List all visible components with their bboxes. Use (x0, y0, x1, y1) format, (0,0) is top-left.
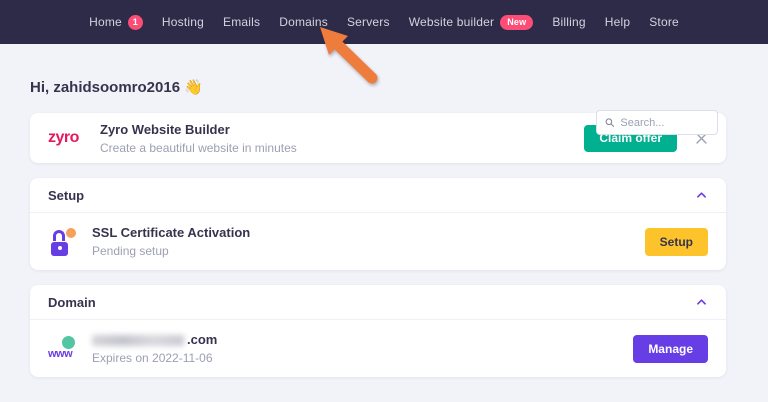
nav-item-label: Store (649, 15, 679, 29)
nav-item-store[interactable]: Store (649, 15, 679, 29)
nav-item-billing[interactable]: Billing (552, 15, 585, 29)
nav-item-label: Website builder (409, 15, 495, 29)
ssl-setup-row: SSL Certificate Activation Pending setup… (30, 213, 726, 270)
nav-item-label: Billing (552, 15, 585, 29)
domain-section-title: Domain (48, 295, 96, 310)
lock-notification-dot (66, 228, 76, 238)
nav-item-emails[interactable]: Emails (223, 15, 260, 29)
domain-name: .com (92, 332, 633, 347)
notification-count-badge: 1 (128, 15, 143, 30)
domain-name-redacted (92, 335, 184, 346)
nav-item-label: Help (605, 15, 630, 29)
search-input[interactable] (620, 117, 709, 129)
nav-item-website-builder[interactable]: Website builder New (409, 15, 534, 30)
ssl-lock-icon (48, 227, 78, 257)
nav-item-help[interactable]: Help (605, 15, 630, 29)
www-globe-icon: www (48, 334, 78, 364)
collapse-domain-button[interactable] (695, 297, 708, 307)
manage-domain-button[interactable]: Manage (633, 335, 708, 363)
search-icon (605, 117, 614, 128)
pointer-arrow-icon (312, 24, 384, 86)
setup-section-header: Setup (30, 178, 726, 213)
domain-section-header: Domain (30, 285, 726, 320)
zyro-logo: zyro (48, 129, 100, 147)
nav-item-label: Emails (223, 15, 260, 29)
promo-subtitle: Create a beautiful website in minutes (100, 141, 584, 155)
chevron-up-icon (697, 192, 706, 198)
setup-section-card: Setup SSL Certificate Activation Pending… (30, 178, 726, 270)
new-badge: New (500, 15, 533, 30)
nav-item-hosting[interactable]: Hosting (162, 15, 204, 29)
chevron-up-icon (697, 299, 706, 305)
ssl-status: Pending setup (92, 244, 645, 258)
promo-title: Zyro Website Builder (100, 122, 584, 137)
collapse-setup-button[interactable] (695, 190, 708, 200)
search-box (596, 110, 718, 135)
domain-section-card: Domain www .com Expires on 2022-11-06 Ma… (30, 285, 726, 377)
main-content: Hi, zahidsoomro2016 👋 zyro Zyro Website … (0, 78, 768, 377)
domain-row: www .com Expires on 2022-11-06 Manage (30, 320, 726, 377)
ssl-setup-button[interactable]: Setup (645, 228, 708, 256)
nav-item-label: Home (89, 15, 122, 29)
domain-expiry: Expires on 2022-11-06 (92, 351, 633, 365)
ssl-title: SSL Certificate Activation (92, 225, 645, 240)
promo-text: Zyro Website Builder Create a beautiful … (100, 122, 584, 155)
top-navbar: Home 1 Hosting Emails Domains Servers We… (0, 0, 768, 44)
setup-section-title: Setup (48, 188, 84, 203)
domain-text: .com Expires on 2022-11-06 (92, 332, 633, 365)
nav-item-home[interactable]: Home 1 (89, 15, 143, 30)
nav-item-label: Hosting (162, 15, 204, 29)
ssl-text: SSL Certificate Activation Pending setup (92, 225, 645, 258)
